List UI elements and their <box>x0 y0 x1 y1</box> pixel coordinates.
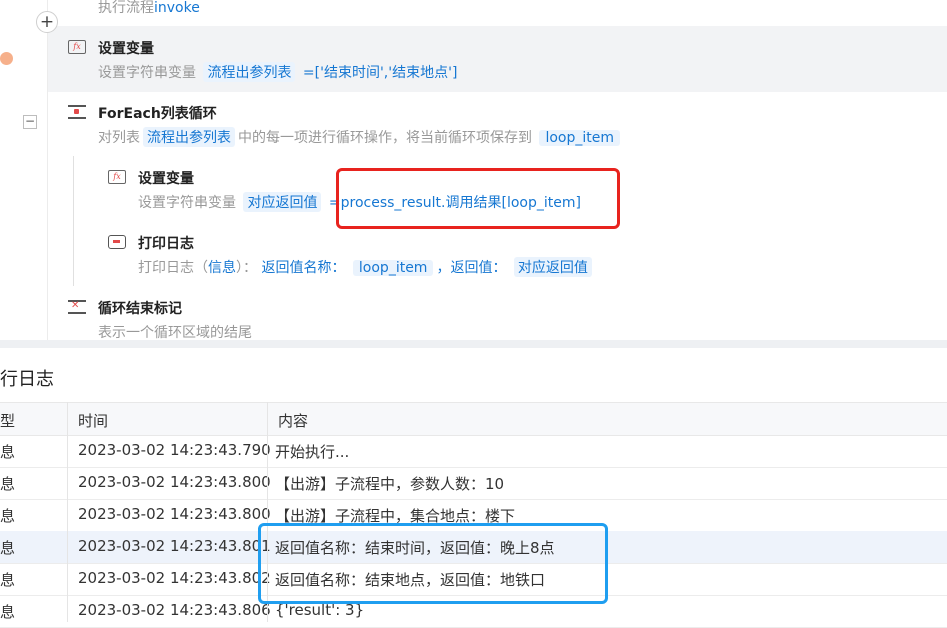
variable-tag[interactable]: 流程出参列表 <box>203 62 296 82</box>
flow-editor: 执行流程invoke 设置变量 设置字符串变量 流程出参列表 =['结束时间',… <box>0 0 947 340</box>
cell-time: 2023-03-02 14:23:43.802 <box>78 569 271 587</box>
step-title-set-variable-2[interactable]: 设置变量 <box>138 168 194 188</box>
cell-time: 2023-03-02 14:23:43.801 <box>78 537 271 555</box>
annotation-red-box <box>336 168 620 229</box>
column-header-type[interactable]: 型 <box>0 410 15 431</box>
cell-type: 息 <box>0 443 16 461</box>
cell-time: 2023-03-02 14:23:43.806 <box>78 601 271 619</box>
cell-type: 息 <box>0 539 16 557</box>
cell-type: 息 <box>0 475 16 493</box>
variable-tag[interactable]: 对应返回值 <box>243 192 322 212</box>
step-desc-print-log: 打印日志（信息）： 返回值名称： loop_item ，返回值： 对应返回值 <box>138 257 595 277</box>
cell-time: 2023-03-02 14:23:43.790 <box>78 441 271 459</box>
cell-type: 息 <box>0 603 16 621</box>
loop-tree-line <box>73 156 74 286</box>
table-row[interactable]: 息 2023-03-02 14:23:43.790 开始执行... <box>0 435 947 468</box>
step-desc-loop-end: 表示一个循环区域的结尾 <box>98 325 252 340</box>
column-separator[interactable] <box>67 402 68 622</box>
column-header-content[interactable]: 内容 <box>278 410 308 431</box>
function-icon <box>108 170 126 184</box>
printer-icon <box>108 235 126 249</box>
invoke-link[interactable]: invoke <box>154 0 200 16</box>
add-step-button[interactable] <box>36 11 58 33</box>
log-panel-title: 行日志 <box>0 369 54 390</box>
return-value-tag[interactable]: 对应返回值 <box>513 257 592 277</box>
cell-type: 息 <box>0 571 16 589</box>
list-tag[interactable]: 流程出参列表 <box>143 127 235 147</box>
invoke-step-desc: 执行流程invoke <box>98 0 200 16</box>
step-title-set-variable[interactable]: 设置变量 <box>98 38 154 58</box>
variable-value: =['结束时间','结束地点'] <box>302 65 458 81</box>
loop-end-icon <box>68 300 86 314</box>
breakpoint-dot[interactable] <box>0 52 13 65</box>
selected-row-highlight <box>48 26 947 92</box>
step-title-loop-end[interactable]: 循环结束标记 <box>98 298 182 318</box>
collapse-toggle[interactable] <box>23 115 37 129</box>
step-title-foreach[interactable]: ForEach列表循环 <box>98 103 217 123</box>
function-icon <box>68 40 86 54</box>
step-desc-foreach: 对列表 流程出参列表 中的每一项进行循环操作，将当前循环项保存到 loop_item <box>98 127 623 147</box>
loop-icon <box>68 105 86 119</box>
panel-divider <box>0 340 947 348</box>
cell-time: 2023-03-02 14:23:43.800 <box>78 505 271 523</box>
cell-content: 【出游】子流程中，参数人数：10 <box>275 475 505 493</box>
table-header: 型 时间 内容 <box>0 402 947 436</box>
step-title-print-log[interactable]: 打印日志 <box>138 233 194 253</box>
table-row[interactable]: 息 2023-03-02 14:23:43.800 【出游】子流程中，参数人数：… <box>0 467 947 500</box>
cell-content: 开始执行... <box>275 443 350 461</box>
loop-item-tag[interactable]: loop_item <box>352 260 434 276</box>
annotation-blue-box <box>258 523 608 604</box>
loop-item-tag[interactable]: loop_item <box>539 130 620 146</box>
cell-time: 2023-03-02 14:23:43.800 <box>78 473 271 491</box>
log-level: 信息 <box>208 260 236 276</box>
cell-type: 息 <box>0 507 16 525</box>
column-header-time[interactable]: 时间 <box>78 410 108 431</box>
step-desc-set-variable: 设置字符串变量 流程出参列表 =['结束时间','结束地点'] <box>98 62 457 82</box>
